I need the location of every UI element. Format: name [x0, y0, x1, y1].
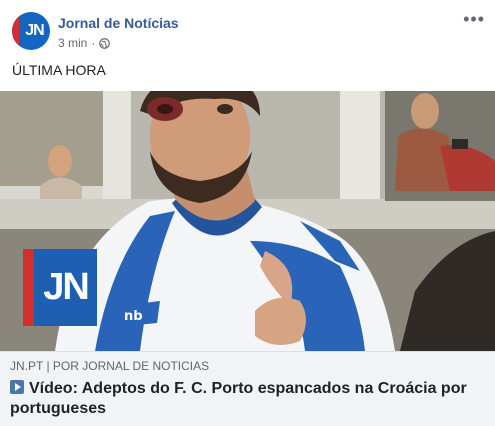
page-avatar[interactable]: JN	[12, 12, 50, 50]
link-title-text: Vídeo: Adeptos do F. C. Porto espancados…	[10, 380, 467, 417]
post-video-thumbnail[interactable]: nb JN	[0, 91, 495, 351]
video-play-icon	[10, 380, 24, 394]
more-options-button[interactable]: •••	[463, 10, 485, 28]
meta-separator: ·	[91, 36, 96, 50]
svg-text:nb: nb	[124, 309, 143, 324]
jn-logo-overlay: JN	[23, 249, 97, 326]
globe-icon[interactable]	[99, 37, 111, 49]
avatar-red-stripe	[12, 12, 19, 50]
jn-logo-red-stripe	[23, 249, 34, 326]
link-preview[interactable]: JN.PT | POR JORNAL DE NOTICIAS Vídeo: Ad…	[0, 351, 495, 426]
page-name-link[interactable]: Jornal de Notícias	[58, 15, 179, 31]
avatar-logo-text: JN	[25, 22, 44, 39]
post-timestamp[interactable]: 3 min	[58, 36, 87, 50]
link-title[interactable]: Vídeo: Adeptos do F. C. Porto espancados…	[10, 379, 488, 419]
post-text: ÚLTIMA HORA	[12, 62, 106, 78]
facebook-post: JN Jornal de Notícias 3 min · ••• ÚLTIMA…	[0, 0, 495, 426]
link-source: JN.PT | POR JORNAL DE NOTICIAS	[10, 359, 210, 373]
jn-logo-text: JN	[43, 266, 90, 308]
post-meta: 3 min ·	[58, 36, 111, 50]
